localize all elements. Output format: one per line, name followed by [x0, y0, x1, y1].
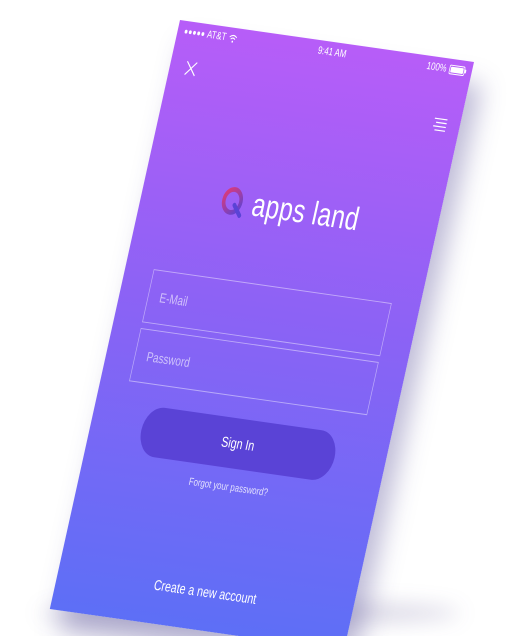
signal-icon — [184, 29, 205, 37]
create-account-link[interactable]: Create a new account — [56, 563, 354, 621]
wifi-icon — [229, 34, 238, 43]
menu-button[interactable] — [429, 115, 450, 136]
close-button[interactable] — [180, 56, 202, 81]
time-label: 9:41 AM — [316, 44, 348, 61]
menu-icon — [433, 117, 448, 132]
status-left: AT&T — [183, 26, 238, 45]
close-icon — [184, 60, 198, 77]
q-logo-icon — [221, 187, 244, 219]
logo-text: apps land — [248, 186, 364, 238]
status-right: 100% — [426, 60, 466, 77]
status-bar: AT&T 9:41 AM 100% — [183, 23, 467, 80]
carrier-label: AT&T — [205, 28, 228, 44]
sign-in-button[interactable]: Sign In — [135, 405, 341, 483]
screen: AT&T 9:41 AM 100% apps land E-Mail Sign … — [0, 0, 515, 636]
phone-screen: AT&T 9:41 AM 100% apps land E-Mail Sign … — [49, 20, 475, 636]
battery-percent: 100% — [425, 60, 448, 75]
battery-icon — [448, 64, 466, 77]
app-logo: apps land — [158, 166, 422, 255]
forgot-password-link[interactable]: Forgot your password? — [80, 461, 377, 514]
